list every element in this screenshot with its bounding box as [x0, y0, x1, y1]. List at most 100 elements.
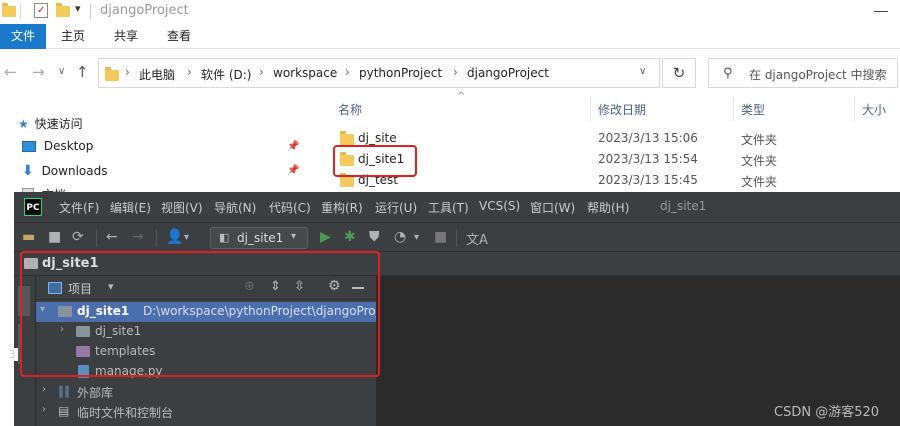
download-arrow-icon: ⬇ [22, 163, 34, 179]
chevron-right-icon[interactable]: › [42, 404, 46, 415]
recent-dropdown-icon[interactable]: ∨ [58, 66, 65, 77]
divider [96, 229, 97, 247]
menu-vcs[interactable]: VCS(S) [479, 199, 520, 213]
chevron-right-icon[interactable]: › [453, 65, 458, 79]
tab-share[interactable]: 共享 [103, 24, 149, 49]
folder-icon [340, 173, 354, 187]
address-row: ← → ∨ ↑ › 此电脑 › 软件 (D:) › workspace › py… [0, 49, 900, 97]
menu-tools[interactable]: 工具(T) [428, 199, 469, 216]
quick-access-dropdown-icon[interactable]: ▾ [75, 2, 81, 15]
file-name: dj_site [358, 131, 397, 145]
minimize-icon[interactable] [874, 11, 888, 12]
pin-icon[interactable]: 📌 [287, 141, 299, 152]
chevron-down-icon[interactable]: ▾ [414, 232, 419, 243]
chevron-down-icon[interactable]: ▾ [184, 232, 189, 243]
menu-navigate[interactable]: 导航(N) [214, 199, 256, 216]
coverage-icon[interactable]: ⛊ [369, 229, 380, 245]
file-date: 2023/3/13 15:06 [598, 131, 698, 145]
menu-run[interactable]: 运行(U) [375, 199, 417, 216]
sidebar-item-desktop[interactable]: Desktop [22, 139, 93, 153]
breadcrumb-pythonproject[interactable]: pythonProject [359, 66, 442, 80]
file-type: 文件夹 [741, 154, 778, 168]
forward-arrow-icon[interactable]: → [132, 229, 144, 245]
stop-icon[interactable]: ■ [434, 229, 447, 245]
debug-icon[interactable]: ✱ [344, 229, 356, 245]
back-arrow-icon[interactable]: ← [106, 229, 118, 245]
chevron-right-icon[interactable]: › [125, 65, 130, 79]
folder-icon [105, 67, 119, 81]
breadcrumb-drive[interactable]: 软件 (D:) [201, 66, 251, 83]
divider [20, 2, 21, 20]
forward-arrow-icon[interactable]: → [32, 63, 45, 81]
profile-icon[interactable]: ◔ [394, 229, 406, 245]
sync-icon[interactable]: ⟳ [72, 229, 84, 245]
new-folder-icon[interactable] [56, 3, 70, 17]
properties-icon[interactable]: ✓ [34, 3, 48, 18]
refresh-icon: ↻ [672, 64, 686, 82]
up-arrow-icon[interactable]: ↑ [76, 63, 89, 81]
navigation-pane: ★ 快速访问 Desktop 📌 ⬇ Downloads 📌 文档 [0, 97, 310, 202]
run-config-selector[interactable]: ◧ dj_site1 ▾ [210, 227, 308, 249]
tree-item-label: 临时文件和控制台 [77, 406, 174, 420]
library-icon: ∥∥ [58, 384, 70, 398]
user-icon[interactable]: 👤 [166, 229, 183, 245]
screenshot-root: ✓ ▾ djangoProject 文件 主页 共享 查看 ← → ∨ ↑ › … [0, 0, 900, 426]
breadcrumb-workspace[interactable]: workspace [273, 66, 337, 80]
file-date: 2023/3/13 15:45 [598, 173, 698, 187]
menu-view[interactable]: 视图(V) [161, 199, 203, 216]
menu-window[interactable]: 窗口(W) [530, 199, 575, 216]
breadcrumb-this-pc[interactable]: 此电脑 [139, 66, 175, 83]
breadcrumb-djangoproject[interactable]: djangoProject [467, 66, 549, 80]
file-date: 2023/3/13 15:54 [598, 152, 698, 166]
run-icon[interactable]: ▶ [320, 229, 331, 245]
scratches-icon: ▤ [58, 404, 70, 418]
refresh-button[interactable]: ↻ [662, 58, 696, 88]
chevron-right-icon[interactable]: › [259, 65, 264, 79]
menu-edit[interactable]: 编辑(E) [110, 199, 151, 216]
chevron-right-icon[interactable]: › [187, 65, 192, 79]
chevron-right-icon[interactable]: › [345, 65, 350, 79]
divider [456, 229, 457, 247]
sort-up-icon: ^ [457, 91, 466, 102]
sidebar-item-downloads[interactable]: ⬇ Downloads [22, 163, 107, 179]
menu-help[interactable]: 帮助(H) [587, 199, 629, 216]
menu-code[interactable]: 代码(C) [269, 199, 311, 216]
menu-file[interactable]: 文件(F) [59, 199, 99, 216]
explorer-titlebar: ✓ ▾ djangoProject [0, 0, 900, 24]
save-icon[interactable]: ■ [48, 229, 61, 245]
chevron-right-icon[interactable]: › [42, 384, 46, 395]
search-input[interactable]: ⚲ 在 djangoProject 中搜索 [708, 58, 898, 88]
menu-bar: PC 文件(F) 编辑(E) 视图(V) 导航(N) 代码(C) 重构(R) 运… [14, 192, 900, 222]
left-strip-text: 3 [6, 348, 18, 361]
tree-item-label: 外部库 [77, 386, 114, 400]
address-bar[interactable]: › 此电脑 › 软件 (D:) › workspace › pythonProj… [98, 58, 660, 88]
tab-view[interactable]: 查看 [156, 24, 202, 49]
column-header-date[interactable]: 修改日期 [598, 101, 646, 118]
sidebar-item-quick-access[interactable]: ★ 快速访问 [18, 115, 83, 132]
divider [590, 97, 591, 121]
address-dropdown-icon[interactable]: ∨ [639, 66, 646, 77]
desktop-icon [22, 141, 36, 152]
open-folder-icon[interactable]: ▬ [22, 229, 35, 245]
column-header-size[interactable]: 大小 [862, 101, 886, 118]
tab-home[interactable]: 主页 [50, 24, 96, 49]
tab-file[interactable]: 文件 [0, 24, 46, 49]
pin-icon[interactable]: 📌 [287, 165, 299, 176]
tree-row[interactable]: › ∥∥ 外部库 [36, 382, 376, 402]
watermark: CSDN @游客520 [774, 405, 880, 420]
run-config-label: dj_site1 [237, 231, 284, 245]
translate-icon[interactable]: 文A [466, 229, 488, 248]
file-type: 文件夹 [741, 133, 778, 147]
back-arrow-icon[interactable]: ← [4, 63, 17, 81]
search-icon: ⚲ [723, 66, 733, 81]
column-header-type[interactable]: 类型 [741, 101, 765, 118]
tree-row[interactable]: › ▤ 临时文件和控制台 [36, 402, 376, 422]
folder-icon [2, 3, 16, 17]
column-header-name[interactable]: 名称 [338, 101, 362, 118]
star-icon: ★ [18, 117, 29, 131]
chevron-down-icon: ▾ [291, 231, 297, 242]
search-placeholder: 在 djangoProject 中搜索 [749, 68, 887, 82]
menu-refactor[interactable]: 重构(R) [321, 199, 363, 216]
divider [733, 97, 734, 121]
main-toolbar: ▬ ■ ⟳ ← → 👤 ▾ ◧ dj_site1 ▾ ▶ ✱ ⛊ ◔ ▾ ■ 文… [14, 222, 900, 252]
